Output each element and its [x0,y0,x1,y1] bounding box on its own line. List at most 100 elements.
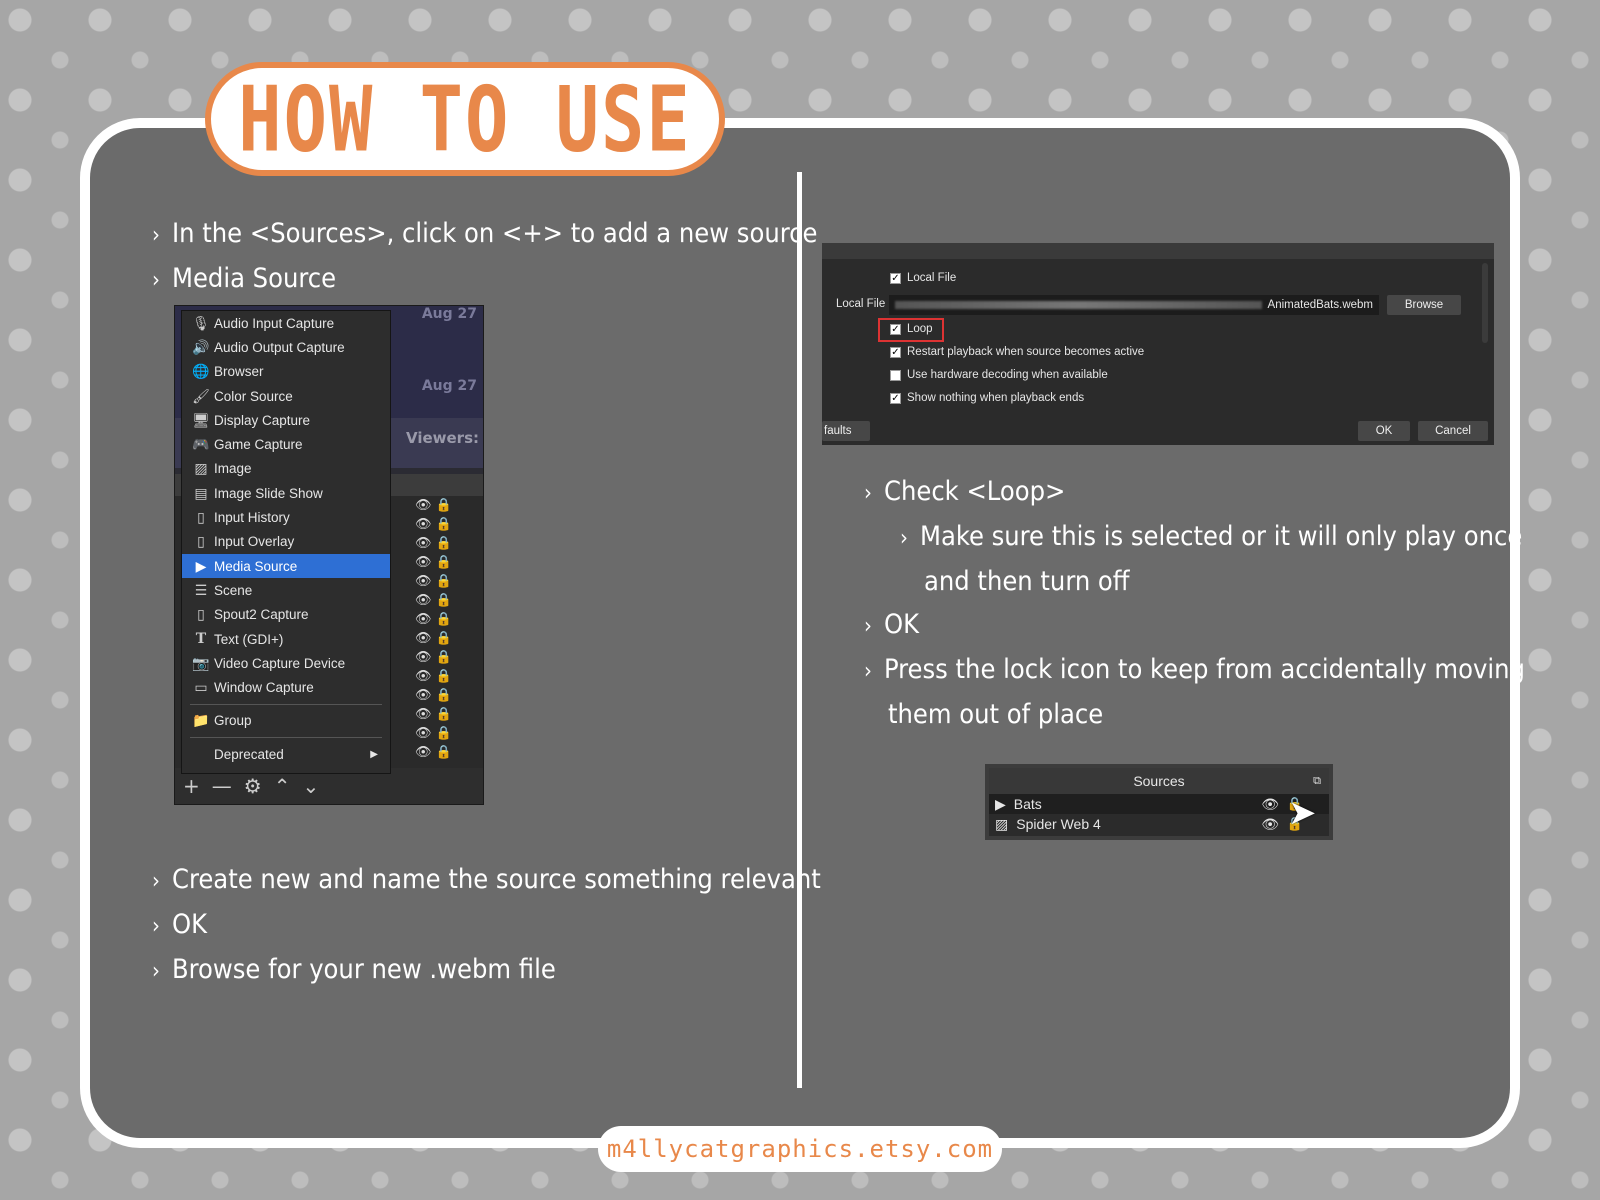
eye-lock-icons[interactable]: 👁 🔒 [415,593,475,612]
folder-icon: 📁 [192,712,210,729]
title-badge: HOW TO USE [205,62,725,176]
viewers-label: Viewers: [405,429,479,447]
image-icon: ▨ [995,815,1009,832]
file-icon: ▯ [197,606,205,623]
chevron-right-icon: › [864,614,872,639]
footer-url[interactable]: m4llycatgraphics.etsy.com [607,1135,993,1163]
source-row[interactable]: ▶ Bats 👁 🔒 [989,794,1329,814]
left-steps-top: › In the <Sources>, click on <+> to add a… [152,212,817,302]
menu-item-media-source[interactable]: ▶ Media Source [182,553,390,579]
date-label: Aug 27 [421,378,477,394]
hw-decode-checkbox[interactable] [890,369,901,381]
menu-item-video-capture-device[interactable]: 📷 Video Capture Device [182,651,390,675]
show-nothing-checkbox[interactable]: ✓ [890,392,901,404]
chevron-up-icon[interactable]: ⌃ [274,774,291,798]
local-file-checkbox-row[interactable]: ✓ Local File [890,272,956,284]
local-file-checkbox[interactable]: ✓ [890,272,901,284]
menu-item-scene[interactable]: ☰ Scene [182,578,390,602]
step-item: › Create new and name the source somethin… [152,858,821,903]
cancel-button[interactable]: Cancel [1418,421,1488,441]
menu-item-display-capture[interactable]: 🖥 Display Capture [182,408,390,432]
chevron-right-icon: › [864,659,872,684]
menu-item-input-overlay[interactable]: ▯ Input Overlay [182,530,390,554]
browse-button[interactable]: Browse [1387,295,1461,315]
right-steps: › Check <Loop> › Make sure this is selecte… [864,470,1525,736]
monitor-icon: 🖥 [192,411,210,428]
hw-decode-checkbox-row[interactable]: Use hardware decoding when available [890,369,1108,381]
defaults-button[interactable]: faults [822,421,870,441]
scrollbar[interactable] [1482,263,1488,343]
file-path-field[interactable]: AnimatedBats.webm [889,295,1379,315]
chevron-right-icon: › [152,959,160,984]
menu-item-input-history[interactable]: ▯ Input History [182,505,390,529]
loop-checkbox-row[interactable]: ✓ Loop [890,323,933,335]
eye-icon[interactable]: 👁 [1261,796,1279,813]
menu-item-game-capture[interactable]: 🎮 Game Capture [182,432,390,456]
restart-checkbox[interactable]: ✓ [890,346,901,358]
eye-lock-icons[interactable]: 👁 🔒 [415,745,475,764]
menu-item-color-source[interactable]: 🖌 Color Source [182,384,390,408]
blurred-path [895,301,1262,309]
ok-button[interactable]: OK [1358,421,1410,441]
text-icon: T [195,631,207,647]
eye-lock-icons[interactable]: 👁 🔒 [415,574,475,593]
eye-lock-icons[interactable]: 👁 🔒 [415,669,475,688]
sources-dock-screenshot: Sources ⧉ ▶ Bats 👁 🔒 ▨ Spider Web 4 👁 🔒 [985,764,1333,840]
eye-lock-icons[interactable]: 👁 🔒 [415,631,475,650]
step-item: › Browse for your new .webm file [152,948,821,993]
step-continuation: them out of place [888,699,1104,730]
eye-lock-icons[interactable]: 👁 🔒 [415,707,475,726]
camera-icon: 📷 [192,654,210,671]
eye-lock-icons[interactable]: 👁 🔒 [415,650,475,669]
eye-icon[interactable]: 👁 [1261,816,1279,833]
local-file-label: Local File [836,298,886,310]
undock-icon[interactable]: ⧉ [1313,775,1321,788]
eye-lock-icons[interactable]: 👁 🔒 [415,612,475,631]
source-row[interactable]: ▨ Spider Web 4 👁 🔒 [989,814,1329,834]
menu-item-group[interactable]: 📁 Group [182,709,390,733]
speaker-icon: 🔊 [192,338,210,355]
gamepad-icon: 🎮 [192,436,210,453]
add-icon[interactable]: + [183,774,200,798]
restart-checkbox-row[interactable]: ✓ Restart playback when source becomes a… [890,346,1144,358]
play-icon: ▶ [995,795,1006,812]
menu-item-window-capture[interactable]: ▭ Window Capture [182,675,390,699]
footer-badge: m4llycatgraphics.etsy.com [598,1126,1002,1172]
brush-icon: 🖌 [192,387,210,404]
menu-item-spout2-capture[interactable]: ▯ Spout2 Capture [182,603,390,627]
menu-item-audio-input-capture[interactable]: 🎙 Audio Input Capture [182,311,390,335]
chevron-right-icon: › [152,223,160,248]
chevron-right-icon: › [864,481,872,506]
menu-item-text-gdi[interactable]: T Text (GDI+) [182,627,390,651]
step-continuation: and then turn off [924,566,1130,597]
chevron-right-icon: › [900,526,908,551]
eye-lock-icons[interactable]: 👁 🔒 [415,726,475,745]
chevron-down-icon[interactable]: ⌄ [302,774,319,798]
menu-item-deprecated[interactable]: Deprecated ▶ [182,742,390,766]
chevron-right-icon: › [152,268,160,293]
left-steps-bottom: › Create new and name the source somethin… [152,858,821,993]
step-item: › Media Source [152,257,817,302]
eye-lock-icons[interactable]: 👁 🔒 [415,555,475,574]
eye-lock-icons[interactable]: 👁 🔒 [415,498,475,517]
menu-item-browser[interactable]: 🌐 Browser [182,360,390,384]
step-item: › OK [152,903,821,948]
chevron-right-icon: › [152,914,160,939]
menu-item-image-slide-show[interactable]: ▤ Image Slide Show [182,481,390,505]
loop-checkbox[interactable]: ✓ [890,323,901,335]
menu-item-image[interactable]: ▨ Image [182,457,390,481]
add-source-menu-screenshot: Aug 27 Aug 27 Viewers: 👁 🔒 👁 🔒 👁 🔒 👁 🔒 👁… [174,305,484,805]
eye-lock-icons[interactable]: 👁 🔒 [415,536,475,555]
gear-icon[interactable]: ⚙ [244,774,262,798]
show-nothing-checkbox-row[interactable]: ✓ Show nothing when playback ends [890,392,1084,404]
menu-item-audio-output-capture[interactable]: 🔊 Audio Output Capture [182,335,390,359]
eye-lock-icons[interactable]: 👁 🔒 [415,688,475,707]
media-source-properties-screenshot: ✓ Local File Local File AnimatedBats.web… [822,243,1494,445]
eye-lock-icons[interactable]: 👁 🔒 [415,517,475,536]
remove-icon[interactable]: — [212,774,232,798]
image-icon: ▨ [194,460,208,477]
add-source-menu: 🎙 Audio Input Capture 🔊 Audio Output Captu… [181,310,391,774]
sub-step-item: › Make sure this is selected or it will o… [864,515,1525,560]
menu-separator [190,737,382,739]
window-icon: ▭ [194,679,208,696]
